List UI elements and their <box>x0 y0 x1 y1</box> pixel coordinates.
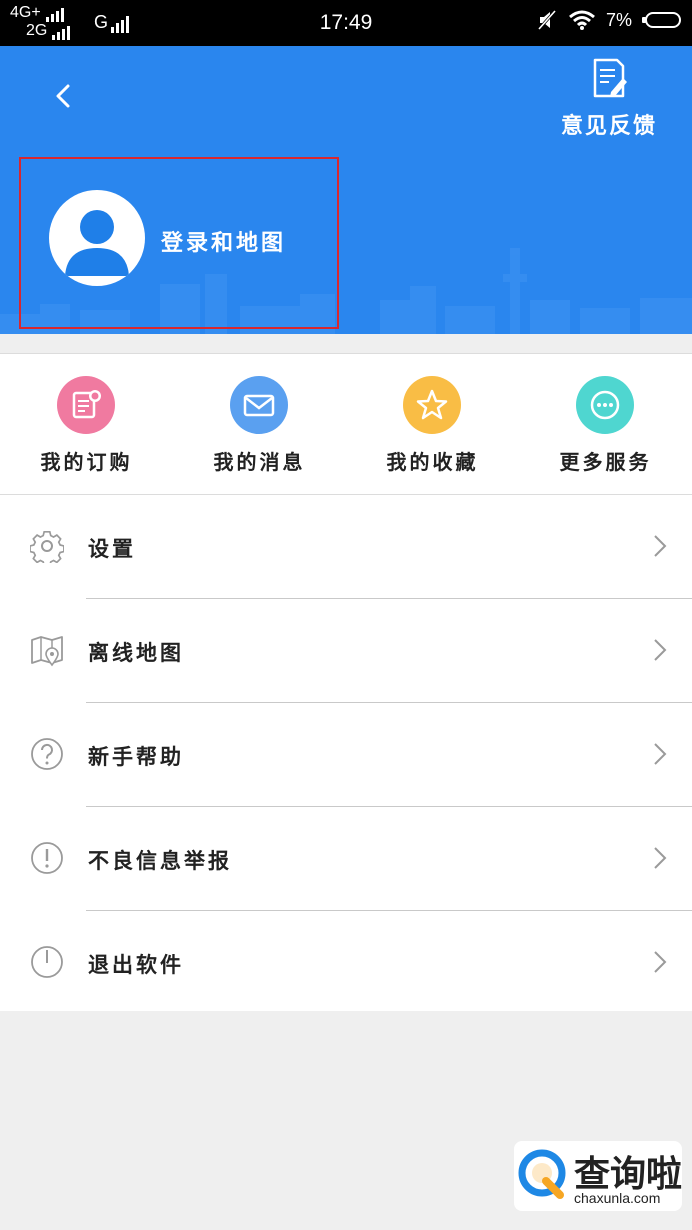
chevron-right-icon <box>654 951 667 973</box>
shortcut-more-services[interactable]: 更多服务 <box>519 354 692 494</box>
battery-icon <box>642 12 681 28</box>
wifi-icon <box>569 10 595 30</box>
back-button[interactable] <box>44 76 84 116</box>
menu-item-report[interactable]: 不良信息举报 <box>0 807 692 911</box>
shortcut-label: 我的订购 <box>40 450 133 474</box>
chevron-right-icon <box>654 535 667 557</box>
gear-icon <box>30 530 64 563</box>
shortcut-my-favorites[interactable]: 我的收藏 <box>346 354 519 494</box>
offline-map-icon <box>31 636 63 667</box>
shortcut-my-messages[interactable]: 我的消息 <box>173 354 346 494</box>
avatar[interactable] <box>49 190 145 286</box>
watermark-logo: 查询啦 chaxunla.com <box>514 1141 682 1211</box>
power-icon <box>31 946 63 978</box>
shortcut-grid: 我的订购 我的消息 我的收藏 更多服务 <box>0 353 692 495</box>
menu-item-label: 设置 <box>88 536 136 561</box>
report-icon <box>31 842 63 874</box>
watermark-url: chaxunla.com <box>574 1190 661 1206</box>
shortcut-my-orders[interactable]: 我的订购 <box>0 354 173 494</box>
help-icon <box>31 738 63 770</box>
order-icon <box>57 376 115 434</box>
feedback-edit-icon <box>593 58 627 98</box>
shortcut-label: 我的消息 <box>213 450 306 474</box>
mute-icon <box>537 10 557 30</box>
menu-item-label: 新手帮助 <box>88 744 184 769</box>
star-icon <box>403 376 461 434</box>
feedback-button[interactable]: 意见反馈 <box>554 56 664 139</box>
menu-item-help[interactable]: 新手帮助 <box>0 703 692 807</box>
menu-item-label: 离线地图 <box>88 640 184 665</box>
status-bar: 4G+ 2G G 17:49 7% <box>0 0 692 46</box>
chevron-right-icon <box>654 743 667 765</box>
menu-item-exit[interactable]: 退出软件 <box>0 911 692 1015</box>
chevron-right-icon <box>654 847 667 869</box>
watermark-search-icon <box>518 1149 566 1199</box>
shortcut-label: 更多服务 <box>559 450 652 474</box>
profile-header: 意见反馈 登录和地图 <box>0 46 692 334</box>
menu-item-label: 不良信息举报 <box>88 848 232 873</box>
more-icon <box>576 376 634 434</box>
menu-item-settings[interactable]: 设置 <box>0 495 692 599</box>
feedback-label: 意见反馈 <box>560 113 657 139</box>
menu-item-offline-map[interactable]: 离线地图 <box>0 599 692 703</box>
settings-menu: 设置 离线地图 新手帮助 不良信息举报 退出软件 <box>0 495 692 1011</box>
shortcut-label: 我的收藏 <box>386 450 479 474</box>
login-area[interactable]: 登录和地图 <box>19 157 339 329</box>
mail-icon <box>230 376 288 434</box>
user-avatar-icon <box>65 210 129 276</box>
battery-percent: 7% <box>605 9 632 30</box>
login-label[interactable]: 登录和地图 <box>161 225 286 257</box>
menu-item-label: 退出软件 <box>88 952 184 977</box>
chevron-right-icon <box>654 639 667 661</box>
